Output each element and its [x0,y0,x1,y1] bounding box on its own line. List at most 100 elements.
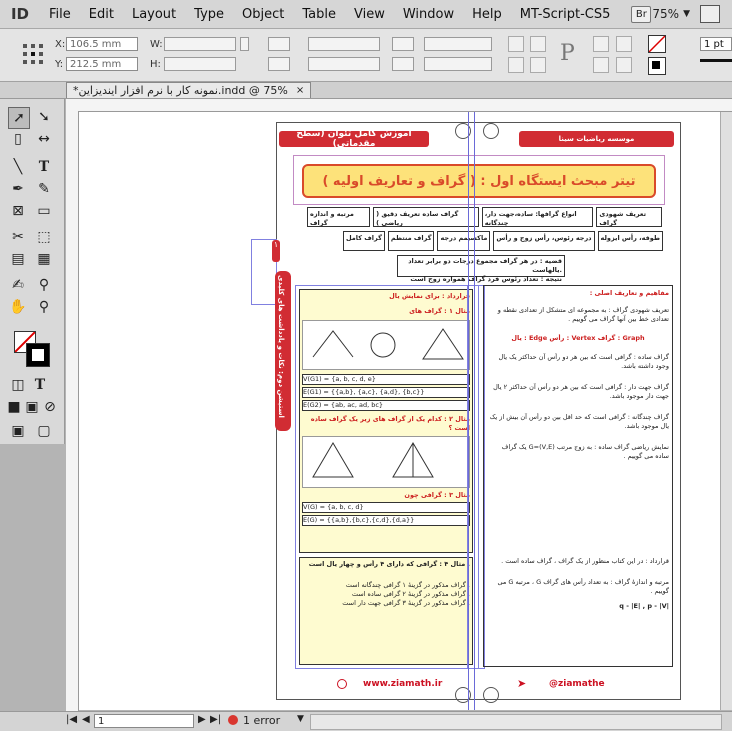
pencil-tool-icon[interactable]: ✎ [34,179,54,199]
error-indicator-icon[interactable] [228,715,238,725]
height-field[interactable] [164,57,236,71]
constrain-icon[interactable] [240,37,249,51]
width-field[interactable] [164,37,236,51]
flip-v-icon[interactable] [530,57,546,73]
x-label: X: [55,39,66,50]
shear-field[interactable] [424,57,492,71]
note-tool-icon[interactable]: ✍ [8,275,28,295]
stroke-swatch[interactable] [26,343,50,367]
formatting-container-icon[interactable]: ◫ [8,375,28,395]
set-line: V(G) = {a, b, c, d} [302,502,470,513]
last-page-icon[interactable]: ▶| [210,714,221,725]
definition: گراف ساده : گرافی است که بین هر دو رأس آ… [498,353,669,370]
scale-x-field[interactable] [308,37,380,51]
theorem-box: قضیه : در هر گراف مجموع درجات دو برابر ت… [397,255,565,283]
fill-swatch-icon[interactable] [648,35,666,53]
definitions-heading: مفاهیم و تعاریف اصلی : [589,289,669,297]
menu-help[interactable]: Help [463,7,511,22]
menu-table[interactable]: Table [293,7,345,22]
document-page[interactable]: آموزش کامل تئوان (سطح مقدماتی) موسسه ریا… [251,122,681,703]
page-number-tab: ۱ [272,240,280,262]
chevron-down-icon[interactable]: ▼ [683,9,690,19]
rectangle-tool-icon[interactable]: ▭ [34,201,54,221]
flip-h-icon[interactable] [508,57,524,73]
convention-line: قرارداد : برای نمایش یال [389,292,470,300]
prev-page-icon[interactable]: ◀ [82,714,90,725]
p-icon[interactable]: P [560,41,575,66]
banner-left: آموزش کامل تئوان (سطح مقدماتی) [279,129,429,149]
menu-file[interactable]: File [40,7,80,22]
column-guide[interactable] [474,112,475,710]
first-page-icon[interactable]: |◀ [66,714,77,725]
selection-tool-icon[interactable]: ➚ [8,107,30,129]
zoom-level[interactable]: 75% [652,7,679,21]
menu-type[interactable]: Type [185,7,233,22]
menu-layout[interactable]: Layout [123,7,185,22]
examples-box: قرارداد : برای نمایش یال مثال ۱ : گراف ه… [299,289,473,553]
rectangle-frame-tool-icon[interactable]: ⊠ [8,201,28,221]
scale-y-icon[interactable] [268,57,290,71]
app-logo: ID [10,5,30,23]
fill-stroke-swatches[interactable] [14,331,50,367]
shear-icon[interactable] [392,57,414,71]
eyedropper-tool-icon[interactable]: ⚲ [34,275,54,295]
menu-window[interactable]: Window [394,7,463,22]
page-number-field[interactable]: 1 [94,714,194,728]
horizontal-scrollbar[interactable] [310,714,722,730]
set-line: E(G2) = {ab, ac, ad, bc} [302,400,470,411]
menu-view[interactable]: View [345,7,394,22]
direct-selection-tool-icon[interactable]: ➘ [34,107,54,127]
vertical-scrollbar[interactable] [720,112,732,710]
apply-gradient-icon[interactable]: ▣ [22,397,42,417]
apply-none-icon[interactable]: ⊘ [40,397,60,417]
line-tool-icon[interactable]: ╲ [8,157,28,177]
window-control-button[interactable] [700,5,720,23]
menu-edit[interactable]: Edit [80,7,123,22]
horizontal-ruler[interactable] [66,99,732,112]
preview-mode-icon[interactable]: ▢ [34,421,54,441]
bridge-button[interactable]: Br [631,5,652,23]
scale-x-icon[interactable] [268,37,290,51]
rotate-cw-icon[interactable] [508,36,524,52]
zoom-tool-icon[interactable]: ⚲ [34,297,54,317]
topic-box: تعریف شهودی گراف [596,207,662,227]
free-transform-tool-icon[interactable]: ⬚ [34,227,54,247]
gap-tool-icon[interactable]: ↔ [34,129,54,149]
apply-color-icon[interactable]: ■ [4,397,24,417]
scissors-tool-icon[interactable]: ✂ [8,227,28,247]
stroke-weight-field[interactable]: 1 pt [700,37,732,51]
rotate-field[interactable] [424,37,492,51]
definition: مرتبه و اندازهٔ گراف : به تعداد رأس های … [497,578,669,595]
document-tab[interactable]: *نمونه کار با نرم افزار ایندیزاین.indd @… [66,82,312,98]
column-guide[interactable] [468,112,469,710]
select-prev-icon[interactable] [593,57,609,73]
scale-y-field[interactable] [308,57,380,71]
type-tool-icon[interactable]: T [34,157,54,177]
pen-tool-icon[interactable]: ✒ [8,179,28,199]
vertical-ruler[interactable] [66,111,79,711]
page-tool-icon[interactable]: ▯ [8,129,28,149]
normal-view-icon[interactable]: ▣ [8,421,28,441]
close-icon[interactable]: × [296,85,304,96]
rotate-icon[interactable] [392,37,414,51]
y-field[interactable]: 212.5 mm [66,57,138,71]
reference-point-icon[interactable] [22,43,44,65]
stroke-type-icon[interactable] [700,59,732,62]
menu-object[interactable]: Object [233,7,293,22]
x-field[interactable]: 106.5 mm [66,37,138,51]
set-line: V(G1) = {a, b, c, d, e} [302,374,470,385]
stroke-swatch-icon[interactable] [648,57,666,75]
select-next-icon[interactable] [616,57,632,73]
hand-tool-icon[interactable]: ✋ [8,297,28,317]
select-content-icon[interactable] [616,36,632,52]
menu-mt-script[interactable]: MT-Script-CS5 [511,7,620,22]
gradient-feather-tool-icon[interactable]: ▦ [34,249,54,269]
select-container-icon[interactable] [593,36,609,52]
chevron-down-icon[interactable]: ▼ [297,714,304,724]
next-page-icon[interactable]: ▶ [198,714,206,725]
formatting-text-icon[interactable]: T [30,375,50,395]
definition: نمایش ریاضی گراف ساده : به زوج مرتب (V,E… [501,443,669,460]
error-count[interactable]: 1 error [243,714,280,727]
gradient-swatch-tool-icon[interactable]: ▤ [8,249,28,269]
rotate-ccw-icon[interactable] [530,36,546,52]
